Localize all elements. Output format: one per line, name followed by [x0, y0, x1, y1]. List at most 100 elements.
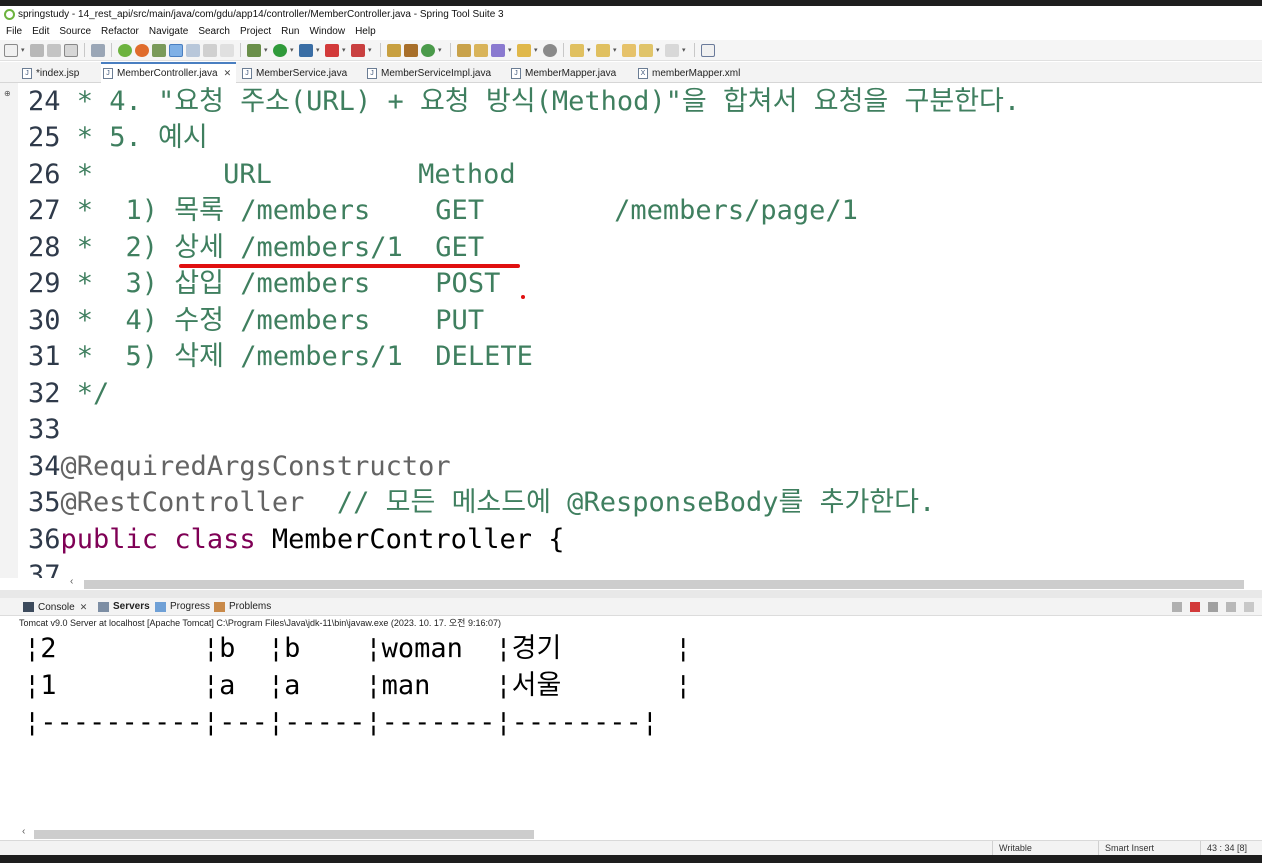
panel-divider[interactable]	[0, 590, 1262, 598]
paragraph-icon[interactable]	[220, 43, 234, 57]
scroll-left-icon[interactable]: ‹	[70, 576, 73, 587]
new-java-project-icon[interactable]	[387, 43, 401, 57]
spring-boot-icon[interactable]	[118, 43, 132, 57]
menu-refactor[interactable]: Refactor	[96, 23, 144, 40]
deploy-dropdown-icon[interactable]: ▾	[368, 44, 374, 57]
mark-occurrences-icon[interactable]	[169, 43, 183, 57]
tab-servers[interactable]: Servers	[95, 598, 150, 616]
folder-dropdown-icon[interactable]: ▾	[534, 44, 540, 57]
tab-member-service-impl[interactable]: J MemberServiceImpl.java	[365, 64, 491, 83]
java-file-icon: J	[367, 68, 377, 79]
external-dropdown-icon[interactable]: ▾	[316, 44, 322, 57]
remove-launch-icon[interactable]	[1208, 602, 1218, 612]
new-dropdown-icon[interactable]: ▾	[21, 44, 27, 57]
menu-window[interactable]: Window	[304, 23, 350, 40]
stop-icon[interactable]	[325, 43, 339, 57]
console-output[interactable]: ¦2 ¦b ¦b ¦woman ¦경기 ¦ ¦1 ¦a ¦a ¦man ¦서울 …	[18, 630, 1262, 830]
search-icon[interactable]	[491, 43, 505, 57]
back-icon[interactable]	[639, 43, 653, 57]
code-line-27: 27 * 1) 목록 /members GET /members/page/1	[28, 195, 858, 226]
disconnect-icon[interactable]	[1172, 602, 1182, 612]
block-select-icon[interactable]	[186, 43, 200, 57]
window-title: springstudy - 14_rest_api/src/main/java/…	[18, 9, 504, 20]
open-folder-icon[interactable]	[517, 43, 531, 57]
run-icon[interactable]	[273, 43, 287, 57]
new-file-icon[interactable]	[4, 43, 18, 57]
link-icon[interactable]	[91, 43, 105, 57]
screen-bottom-edge	[0, 855, 1262, 863]
toolbar-separator	[84, 43, 85, 57]
new-package-icon[interactable]	[404, 43, 418, 57]
debug-icon[interactable]	[247, 43, 261, 57]
toolbar-separator	[694, 43, 695, 57]
toolbar-separator	[240, 43, 241, 57]
new-class-dropdown-icon[interactable]: ▾	[438, 44, 444, 57]
view-menu-icon[interactable]	[1244, 602, 1254, 612]
code-line-32: 32 */	[28, 378, 110, 409]
next-annotation-icon[interactable]	[570, 43, 584, 57]
menu-source[interactable]: Source	[54, 23, 96, 40]
last-edit-icon[interactable]	[622, 43, 636, 57]
stop-dropdown-icon[interactable]: ▾	[342, 44, 348, 57]
deploy-icon[interactable]	[351, 43, 365, 57]
menu-file[interactable]: File	[0, 23, 27, 40]
back-dropdown-icon[interactable]: ▾	[656, 44, 662, 57]
forward-icon[interactable]	[665, 43, 679, 57]
save-all-icon[interactable]	[47, 43, 61, 57]
menu-run[interactable]: Run	[276, 23, 304, 40]
tab-index-jsp[interactable]: J *index.jsp	[20, 64, 79, 83]
next-annotation-dropdown-icon[interactable]: ▾	[587, 44, 593, 57]
refresh-icon[interactable]	[135, 43, 149, 57]
close-icon[interactable]: ✕	[80, 602, 88, 612]
editor-scroll-spacer	[18, 578, 62, 590]
code-line-35: 35@RestController // 모든 메소드에 @ResponseBo…	[28, 487, 936, 518]
forward-dropdown-icon[interactable]: ▾	[682, 44, 688, 57]
tab-member-mapper[interactable]: J MemberMapper.java	[509, 64, 616, 83]
run-dropdown-icon[interactable]: ▾	[290, 44, 296, 57]
search-dropdown-icon[interactable]: ▾	[508, 44, 514, 57]
remove-all-icon[interactable]	[1226, 602, 1236, 612]
code-line-26: 26 * URL Method	[28, 159, 516, 190]
jsp-file-icon: J	[22, 68, 32, 79]
tab-label: Problems	[229, 601, 272, 612]
save-icon[interactable]	[30, 43, 44, 57]
open-type-icon[interactable]	[457, 43, 471, 57]
print-icon[interactable]	[64, 43, 78, 57]
menu-edit[interactable]: Edit	[27, 23, 54, 40]
tab-member-controller[interactable]: J MemberController.java ✕	[101, 62, 236, 83]
previous-annotation-dropdown-icon[interactable]: ▾	[613, 44, 619, 57]
status-writable: Writable	[992, 841, 1032, 856]
tab-problems[interactable]: Problems	[211, 598, 271, 616]
open-resource-icon[interactable]	[474, 43, 488, 57]
tab-progress[interactable]: Progress	[152, 598, 210, 616]
tab-console[interactable]: Console ✕	[20, 598, 87, 616]
external-tools-icon[interactable]	[299, 43, 313, 57]
console-scroll-thumb[interactable]	[34, 830, 534, 839]
menu-help[interactable]: Help	[350, 23, 381, 40]
console-horizontal-scrollbar[interactable]: ‹	[18, 826, 1262, 840]
pin-icon[interactable]	[152, 43, 166, 57]
status-cursor-position: 43 : 34 [8]	[1200, 841, 1247, 856]
console-line: ¦2 ¦b ¦b ¦woman ¦경기 ¦	[24, 633, 692, 664]
close-icon[interactable]: ✕	[224, 68, 232, 78]
editor-scroll-thumb[interactable]	[84, 580, 1244, 589]
tab-member-service[interactable]: J MemberService.java	[240, 64, 347, 83]
tab-label: MemberMapper.java	[525, 68, 617, 79]
toolbar-separator	[111, 43, 112, 57]
globe-icon[interactable]	[543, 43, 557, 57]
debug-dropdown-icon[interactable]: ▾	[264, 44, 270, 57]
toolbar-separator	[563, 43, 564, 57]
previous-annotation-icon[interactable]	[596, 43, 610, 57]
code-editor[interactable]: 24 * 4. "요청 주소(URL) + 요청 방식(Method)"을 합쳐…	[18, 83, 1262, 578]
open-perspective-icon[interactable]	[701, 43, 715, 57]
editor-horizontal-scrollbar[interactable]: ‹	[62, 576, 1262, 590]
tab-member-mapper-xml[interactable]: X memberMapper.xml	[636, 64, 740, 83]
menu-navigate[interactable]: Navigate	[144, 23, 193, 40]
menu-search[interactable]: Search	[193, 23, 235, 40]
terminate-icon[interactable]	[1190, 602, 1200, 612]
new-class-icon[interactable]	[421, 43, 435, 57]
menu-project[interactable]: Project	[235, 23, 276, 40]
scroll-left-icon[interactable]: ‹	[22, 826, 25, 837]
folding-icon[interactable]: ⊕	[4, 89, 11, 98]
show-whitespace-icon[interactable]	[203, 43, 217, 57]
